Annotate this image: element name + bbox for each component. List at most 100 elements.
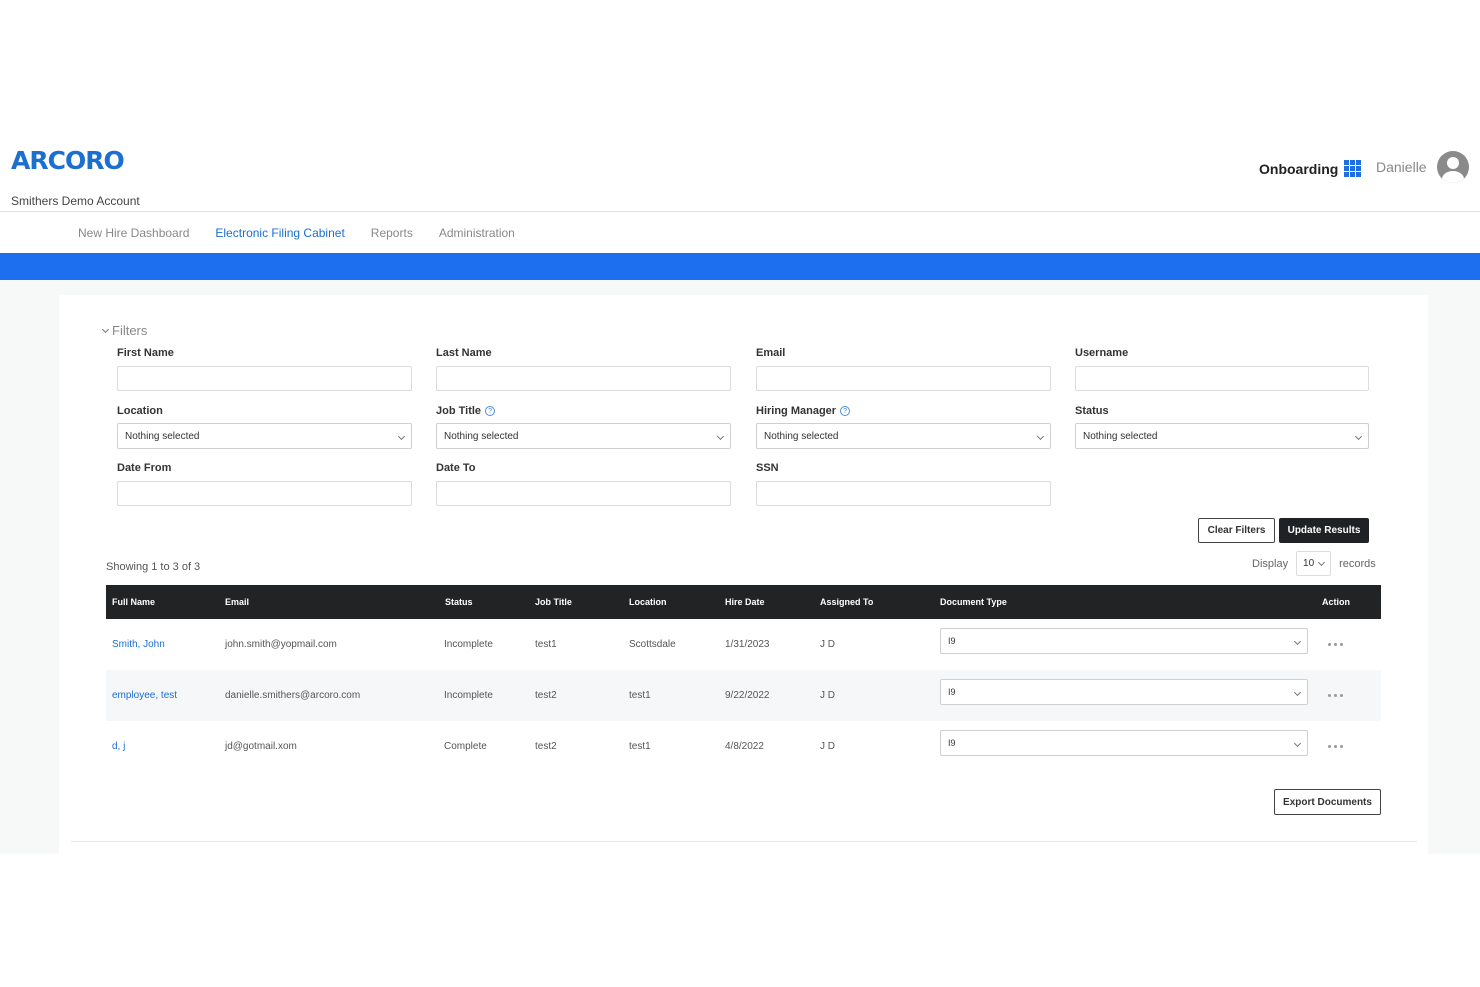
more-actions-icon[interactable] [1328, 670, 1343, 721]
help-icon[interactable]: ? [840, 406, 851, 416]
chevron-down-icon [1354, 432, 1363, 440]
ssn-input[interactable] [756, 481, 1051, 506]
column-location[interactable]: Location [629, 597, 667, 607]
hiring-manager-label: Hiring Manager ? [756, 405, 851, 417]
status-cell: Incomplete [444, 690, 493, 701]
date-to-input[interactable] [436, 481, 731, 506]
date-from-input[interactable] [117, 481, 412, 506]
app-switcher[interactable]: Onboarding [1259, 160, 1362, 177]
chevron-down-icon [397, 432, 406, 440]
clear-filters-button[interactable]: Clear Filters [1198, 518, 1275, 543]
date-to-label: Date To [436, 462, 476, 474]
status-label: Status [1075, 405, 1109, 417]
records-label: records [1339, 557, 1376, 570]
username-input[interactable] [1075, 366, 1369, 391]
column-action: Action [1322, 597, 1350, 607]
app-header: ARCORO Smithers Demo Account Onboarding … [0, 140, 1480, 212]
chevron-down-icon [1293, 688, 1302, 696]
table-row: Smith, John john.smith@yopmail.com Incom… [106, 619, 1381, 670]
panel-divider [71, 841, 1417, 842]
username-label: Username [1075, 347, 1129, 359]
page-size-control: Display 10 records [1252, 551, 1376, 576]
nav-administration[interactable]: Administration [439, 226, 515, 240]
location-cell: test1 [629, 741, 651, 752]
column-document-type[interactable]: Document Type [940, 597, 1007, 607]
chevron-down-icon [716, 432, 725, 440]
location-cell: test1 [629, 690, 651, 701]
column-job-title[interactable]: Job Title [535, 597, 572, 607]
column-hire-date[interactable]: Hire Date [725, 597, 765, 607]
hire-date-cell: 4/8/2022 [725, 741, 764, 752]
job-title-select[interactable]: Nothing selected [436, 423, 731, 449]
hire-date-cell: 1/31/2023 [725, 639, 770, 650]
location-cell: Scottsdale [629, 639, 676, 650]
status-select[interactable]: Nothing selected [1075, 423, 1369, 449]
more-actions-icon[interactable] [1328, 619, 1343, 670]
chevron-down-icon [1293, 637, 1302, 645]
last-name-label: Last Name [436, 347, 492, 359]
job-title-cell: test1 [535, 639, 557, 650]
apps-grid-icon[interactable] [1344, 160, 1362, 177]
job-title-label: Job Title ? [436, 405, 496, 417]
column-assigned-to[interactable]: Assigned To [820, 597, 873, 607]
assigned-to-cell: J D [820, 741, 835, 752]
first-name-label: First Name [117, 347, 174, 359]
first-name-input[interactable] [117, 366, 412, 391]
nav-new-hire-dashboard[interactable]: New Hire Dashboard [78, 226, 189, 240]
arcoro-logo[interactable]: ARCORO [11, 146, 125, 175]
assigned-to-cell: J D [820, 690, 835, 701]
column-status[interactable]: Status [445, 597, 473, 607]
filters-toggle[interactable]: Filters [101, 323, 148, 338]
hiring-manager-select[interactable]: Nothing selected [756, 423, 1051, 449]
full-name-link[interactable]: employee, test [112, 670, 177, 721]
ssn-label: SSN [756, 462, 779, 474]
column-email[interactable]: Email [225, 597, 249, 607]
email-label: Email [756, 347, 786, 359]
date-from-label: Date From [117, 462, 172, 474]
nav-reports[interactable]: Reports [371, 226, 413, 240]
email-cell: danielle.smithers@arcoro.com [225, 690, 361, 701]
chevron-down-icon [1293, 739, 1302, 747]
page-size-select[interactable]: 10 [1296, 551, 1332, 576]
location-select[interactable]: Nothing selected [117, 423, 412, 449]
app-name[interactable]: Onboarding [1259, 161, 1338, 177]
full-name-link[interactable]: Smith, John [112, 619, 165, 670]
results-table: Full Name Email Status Job Title Locatio… [106, 585, 1381, 772]
user-menu[interactable]: Danielle [1376, 151, 1469, 183]
chevron-down-icon [1318, 558, 1326, 566]
status-cell: Incomplete [444, 639, 493, 650]
full-name-link[interactable]: d, j [112, 721, 125, 772]
status-cell: Complete [444, 741, 487, 752]
help-icon[interactable]: ? [485, 406, 496, 416]
location-label: Location [117, 405, 163, 417]
export-documents-button[interactable]: Export Documents [1274, 789, 1381, 815]
document-type-select[interactable]: I9 [940, 730, 1308, 756]
chevron-down-icon [101, 325, 110, 333]
chevron-down-icon [1036, 432, 1045, 440]
display-label: Display [1252, 557, 1289, 570]
document-type-select[interactable]: I9 [940, 679, 1308, 705]
page-banner [0, 253, 1480, 280]
table-row: employee, test danielle.smithers@arcoro.… [106, 670, 1381, 721]
job-title-cell: test2 [535, 741, 557, 752]
email-input[interactable] [756, 366, 1051, 391]
results-count: Showing 1 to 3 of 3 [106, 561, 201, 573]
update-results-button[interactable]: Update Results [1279, 518, 1369, 543]
nav-electronic-filing-cabinet[interactable]: Electronic Filing Cabinet [215, 226, 344, 240]
main-nav: New Hire Dashboard Electronic Filing Cab… [0, 213, 1480, 253]
more-actions-icon[interactable] [1328, 721, 1343, 772]
avatar-icon[interactable] [1436, 151, 1469, 183]
hire-date-cell: 9/22/2022 [725, 690, 770, 701]
user-name[interactable]: Danielle [1376, 159, 1427, 175]
account-name: Smithers Demo Account [11, 194, 140, 208]
table-header: Full Name Email Status Job Title Locatio… [106, 585, 1381, 619]
filters-toggle-label: Filters [112, 323, 148, 338]
document-type-select[interactable]: I9 [940, 628, 1308, 654]
assigned-to-cell: J D [820, 639, 835, 650]
job-title-cell: test2 [535, 690, 557, 701]
email-cell: jd@gotmail.xom [225, 741, 297, 752]
last-name-input[interactable] [436, 366, 731, 391]
column-full-name[interactable]: Full Name [112, 597, 155, 607]
email-cell: john.smith@yopmail.com [225, 639, 337, 650]
table-row: d, j jd@gotmail.xom Complete test2 test1… [106, 721, 1381, 772]
